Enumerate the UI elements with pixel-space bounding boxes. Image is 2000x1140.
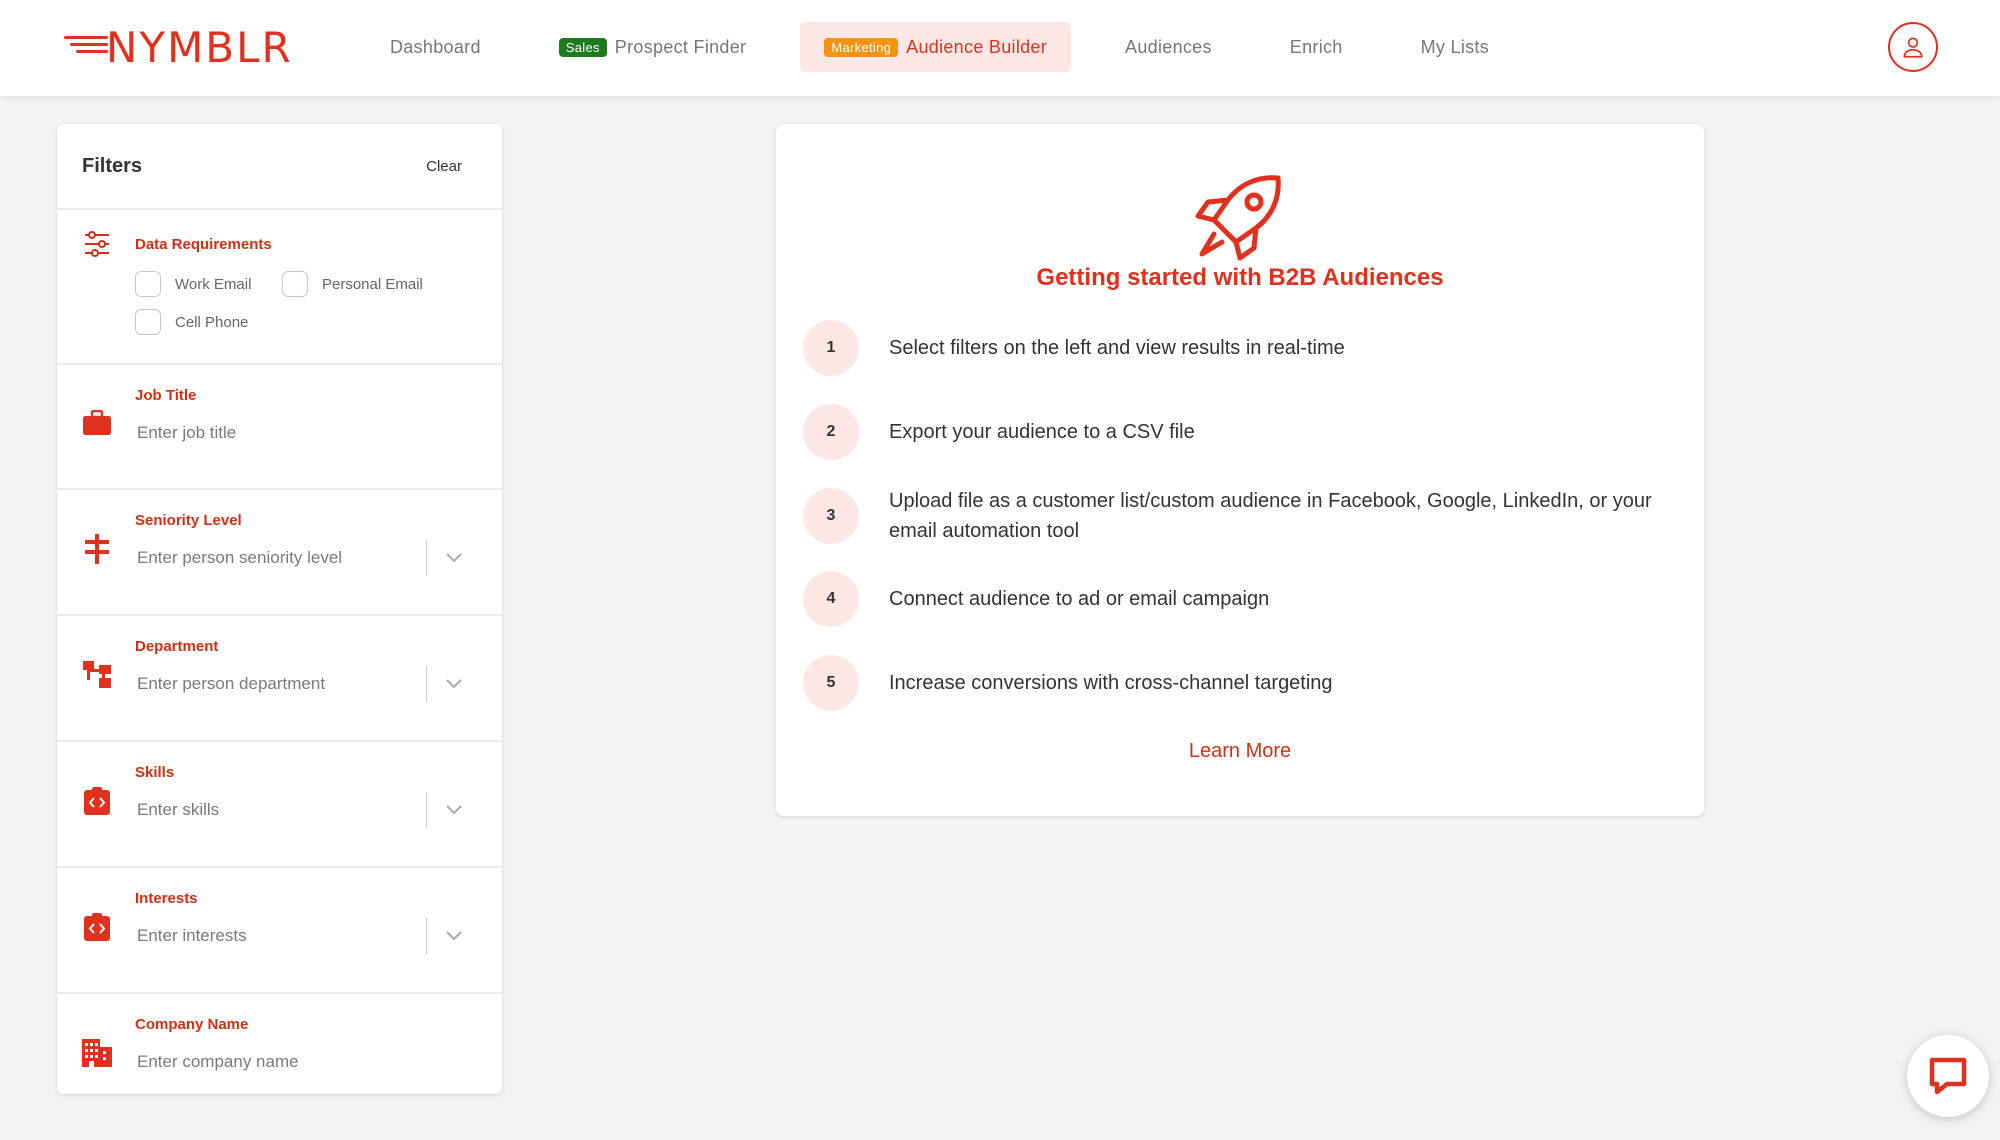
- job-title-section: Job Title: [57, 365, 502, 490]
- company-label: Company Name: [135, 1016, 249, 1033]
- chevron-down-icon: [446, 931, 462, 941]
- data-requirements-label: Data Requirements: [135, 236, 272, 253]
- nav-enrich[interactable]: Enrich: [1266, 22, 1367, 72]
- cell-phone-label: Cell Phone: [175, 313, 249, 331]
- personal-email-label: Personal Email: [322, 275, 423, 293]
- job-title-label: Job Title: [135, 387, 197, 404]
- job-title-input[interactable]: [137, 423, 417, 443]
- seniority-section: Seniority Level: [57, 490, 502, 616]
- step-text: Increase conversions with cross-channel …: [889, 672, 1333, 694]
- cell-phone-checkbox[interactable]: [135, 309, 161, 335]
- step-text: Export your audience to a CSV file: [889, 421, 1195, 443]
- getting-started-title: Getting started with B2B Audiences: [1036, 264, 1444, 291]
- filters-title: Filters: [82, 154, 143, 177]
- nav-prospect-finder-label: Prospect Finder: [614, 36, 747, 57]
- sliders-icon: [82, 229, 112, 259]
- department-dropdown-toggle[interactable]: [443, 673, 465, 695]
- seniority-divider: [426, 540, 427, 576]
- signpost-icon: [82, 534, 112, 564]
- department-input[interactable]: [137, 674, 417, 694]
- work-email-checkbox[interactable]: [135, 271, 161, 297]
- nymblr-logo[interactable]: NYMBLR: [62, 24, 293, 72]
- seniority-input[interactable]: [137, 548, 417, 568]
- interests-dropdown-toggle[interactable]: [443, 925, 465, 947]
- learn-more-link[interactable]: Learn More: [776, 740, 1704, 763]
- personal-email-checkbox[interactable]: [282, 271, 308, 297]
- chevron-down-icon: [446, 553, 462, 563]
- step-2: 2 Export your audience to a CSV file: [803, 404, 1679, 460]
- user-profile-button[interactable]: [1888, 22, 1938, 72]
- department-label: Department: [135, 638, 219, 655]
- skills-dropdown-toggle[interactable]: [443, 799, 465, 821]
- skills-section: Skills: [57, 742, 502, 868]
- step-number: 4: [803, 571, 859, 627]
- filters-panel: Filters Clear Data Requirements Work Ema…: [57, 124, 502, 1094]
- chat-bubble-icon: [1929, 1057, 1967, 1095]
- company-name-input[interactable]: [137, 1052, 417, 1072]
- nav-audience-builder[interactable]: Marketing Audience Builder: [800, 22, 1072, 72]
- company-section: Company Name: [57, 994, 502, 1094]
- getting-started-card: Getting started with B2B Audiences 1 Sel…: [776, 124, 1704, 816]
- seniority-dropdown-toggle[interactable]: [443, 547, 465, 569]
- nav-dashboard-label: Dashboard: [390, 36, 481, 57]
- chevron-down-icon: [446, 679, 462, 689]
- cell-phone-option[interactable]: Cell Phone: [135, 309, 248, 335]
- filters-header: Filters Clear: [57, 124, 502, 210]
- seniority-label: Seniority Level: [135, 512, 242, 529]
- nav-my-lists[interactable]: My Lists: [1397, 22, 1513, 72]
- step-text: Select filters on the left and view resu…: [889, 337, 1345, 359]
- interests-divider: [426, 918, 427, 954]
- code-clipboard-icon: [82, 786, 112, 816]
- org-chart-icon: [82, 660, 112, 690]
- top-header: NYMBLR Dashboard Sales Prospect Finder M…: [0, 0, 2000, 96]
- data-requirements-section: Data Requirements Work Email Personal Em…: [57, 210, 502, 365]
- personal-email-option[interactable]: Personal Email: [282, 271, 423, 297]
- step-text: Upload file as a customer list/custom au…: [889, 490, 1652, 542]
- nav-audience-builder-label: Audience Builder: [906, 36, 1048, 57]
- nav-audiences-label: Audiences: [1125, 36, 1212, 57]
- work-email-option[interactable]: Work Email: [135, 271, 251, 297]
- interests-section: Interests: [57, 868, 502, 994]
- step-number: 1: [803, 320, 859, 376]
- department-divider: [426, 666, 427, 702]
- chevron-down-icon: [446, 805, 462, 815]
- logo-text: NYMBLR: [106, 23, 293, 72]
- step-3: 3 Upload file as a customer list/custom …: [803, 486, 1679, 546]
- logo-speed-lines-icon: [62, 26, 108, 70]
- code-clipboard-icon: [82, 912, 112, 942]
- step-number: 3: [803, 488, 859, 544]
- building-icon: [82, 1038, 112, 1068]
- interests-input[interactable]: [137, 926, 417, 946]
- step-number: 2: [803, 404, 859, 460]
- user-icon: [1903, 37, 1923, 58]
- nav-audiences[interactable]: Audiences: [1101, 22, 1236, 72]
- department-section: Department: [57, 616, 502, 742]
- rocket-icon: [1195, 175, 1281, 261]
- step-1: 1 Select filters on the left and view re…: [803, 320, 1679, 376]
- interests-label: Interests: [135, 890, 198, 907]
- nav-my-lists-label: My Lists: [1420, 36, 1490, 57]
- step-number: 5: [803, 655, 859, 711]
- nav-enrich-label: Enrich: [1289, 36, 1343, 57]
- briefcase-icon: [82, 408, 112, 438]
- nav-dashboard[interactable]: Dashboard: [366, 22, 505, 72]
- clear-filters-button[interactable]: Clear: [426, 158, 462, 175]
- sales-badge: Sales: [558, 37, 607, 57]
- skills-input[interactable]: [137, 800, 417, 820]
- step-4: 4 Connect audience to ad or email campai…: [803, 571, 1679, 627]
- chat-widget-button[interactable]: [1907, 1035, 1989, 1117]
- marketing-badge: Marketing: [824, 37, 899, 57]
- main-nav: Dashboard Sales Prospect Finder Marketin…: [366, 22, 1543, 72]
- skills-divider: [426, 792, 427, 828]
- work-email-label: Work Email: [175, 275, 252, 293]
- step-text: Connect audience to ad or email campaign: [889, 588, 1270, 610]
- skills-label: Skills: [135, 764, 175, 781]
- nav-prospect-finder[interactable]: Sales Prospect Finder: [535, 22, 771, 72]
- step-5: 5 Increase conversions with cross-channe…: [803, 655, 1679, 711]
